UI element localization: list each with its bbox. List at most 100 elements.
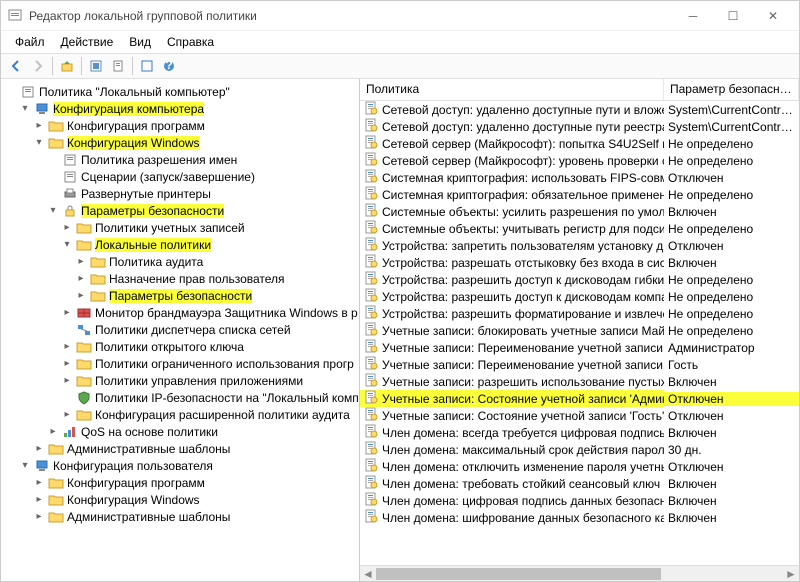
forward-button[interactable]	[27, 55, 49, 77]
expand-toggle[interactable]	[47, 188, 59, 200]
expand-toggle[interactable]: ▸	[75, 273, 87, 285]
tree-software-settings[interactable]: ▸ Конфигурация программ	[1, 117, 359, 134]
tree-account-policies[interactable]: ▸ Политики учетных записей	[1, 219, 359, 236]
expand-toggle[interactable]	[47, 171, 59, 183]
horizontal-scrollbar[interactable]: ◄ ►	[360, 565, 799, 581]
tree-audit-policy[interactable]: ▸ Политика аудита	[1, 253, 359, 270]
policy-row[interactable]: Сетевой доступ: удаленно доступные пути …	[360, 118, 799, 135]
up-button[interactable]	[56, 55, 78, 77]
scroll-left-button[interactable]: ◄	[360, 566, 376, 581]
tree-user-admin-templates[interactable]: ▸ Административные шаблоны	[1, 508, 359, 525]
expand-toggle[interactable]: ▸	[33, 511, 45, 523]
expand-toggle[interactable]: ▸	[75, 256, 87, 268]
policy-row[interactable]: Сетевой доступ: удаленно доступные пути …	[360, 101, 799, 118]
column-headers[interactable]: Политика Параметр безопасности	[360, 79, 799, 101]
policy-row[interactable]: Устройства: разрешить форматирование и и…	[360, 305, 799, 322]
export-button[interactable]	[85, 55, 107, 77]
expand-toggle[interactable]: ▾	[19, 103, 31, 115]
policy-row[interactable]: Системные объекты: усилить разрешения по…	[360, 203, 799, 220]
policy-row[interactable]: Учетные записи: Состояние учетной записи…	[360, 390, 799, 407]
tree-security-settings[interactable]: ▾ Параметры безопасности	[1, 202, 359, 219]
expand-toggle[interactable]: ▸	[61, 341, 73, 353]
policy-row[interactable]: Сетевой сервер (Майкрософт): попытка S4U…	[360, 135, 799, 152]
tree-windows-settings[interactable]: ▾ Конфигурация Windows	[1, 134, 359, 151]
expand-toggle[interactable]: ▾	[19, 460, 31, 472]
policy-row[interactable]: Член домена: шифрование данных безопасно…	[360, 509, 799, 526]
policy-row[interactable]: Учетные записи: Переименование учетной з…	[360, 339, 799, 356]
expand-toggle[interactable]	[47, 154, 59, 166]
tree-printers[interactable]: Развернутые принтеры	[1, 185, 359, 202]
policy-row[interactable]: Системные объекты: учитывать регистр для…	[360, 220, 799, 237]
refresh-button[interactable]	[136, 55, 158, 77]
column-policy[interactable]: Политика	[360, 79, 664, 100]
expand-toggle[interactable]: ▾	[33, 137, 45, 149]
expand-toggle[interactable]: ▸	[33, 477, 45, 489]
tree-qos[interactable]: ▸ QoS на основе политики	[1, 423, 359, 440]
expand-toggle[interactable]: ▸	[61, 375, 73, 387]
policy-row[interactable]: Устройства: запретить пользователям уста…	[360, 237, 799, 254]
policy-row[interactable]: Член домена: всегда требуется цифровая п…	[360, 424, 799, 441]
expand-toggle[interactable]: ▸	[33, 443, 45, 455]
tree-user-software[interactable]: ▸ Конфигурация программ	[1, 474, 359, 491]
titlebar[interactable]: Редактор локальной групповой политики ─ …	[1, 1, 799, 31]
tree-computer-config[interactable]: ▾ Конфигурация компьютера	[1, 100, 359, 117]
expand-toggle[interactable]	[61, 392, 73, 404]
tree-scripts[interactable]: Сценарии (запуск/завершение)	[1, 168, 359, 185]
back-button[interactable]	[5, 55, 27, 77]
menu-file[interactable]: Файл	[7, 33, 53, 51]
tree-user-config[interactable]: ▾ Конфигурация пользователя	[1, 457, 359, 474]
expand-toggle[interactable]: ▸	[33, 120, 45, 132]
expand-toggle[interactable]: ▾	[47, 205, 59, 217]
menu-help[interactable]: Справка	[159, 33, 222, 51]
tree-security-options[interactable]: ▸ Параметры безопасности	[1, 287, 359, 304]
menu-action[interactable]: Действие	[53, 33, 122, 51]
policy-row[interactable]: Учетные записи: Переименование учетной з…	[360, 356, 799, 373]
help-button[interactable]: ?	[158, 55, 180, 77]
tree-ipsec[interactable]: Политики IP-безопасности на "Локальный к…	[1, 389, 359, 406]
tree-advanced-audit[interactable]: ▸ Конфигурация расширенной политики ауди…	[1, 406, 359, 423]
policy-list[interactable]: Сетевой доступ: удаленно доступные пути …	[360, 101, 799, 565]
tree-app-control[interactable]: ▸ Политики управления приложениями	[1, 372, 359, 389]
policy-row[interactable]: Член домена: требовать стойкий сеансовый…	[360, 475, 799, 492]
tree-firewall[interactable]: ▸ Монитор брандмауэра Защитника Windows …	[1, 304, 359, 321]
policy-row[interactable]: Член домена: отключить изменение пароля …	[360, 458, 799, 475]
maximize-button[interactable]: ☐	[713, 2, 753, 30]
policy-row[interactable]: Член домена: максимальный срок действия …	[360, 441, 799, 458]
policy-row[interactable]: Устройства: разрешить доступ к дисковода…	[360, 288, 799, 305]
policy-row[interactable]: Член домена: цифровая подпись данных без…	[360, 492, 799, 509]
expand-toggle[interactable]: ▸	[47, 426, 59, 438]
tree-public-key[interactable]: ▸ Политики открытого ключа	[1, 338, 359, 355]
tree-local-policies[interactable]: ▾ Локальные политики	[1, 236, 359, 253]
minimize-button[interactable]: ─	[673, 2, 713, 30]
policy-row[interactable]: Системная криптография: использовать FIP…	[360, 169, 799, 186]
policy-row[interactable]: Учетные записи: разрешить использование …	[360, 373, 799, 390]
expand-toggle[interactable]: ▸	[61, 409, 73, 421]
expand-toggle[interactable]: ▾	[61, 239, 73, 251]
tree-software-restriction[interactable]: ▸ Политики ограниченного использования п…	[1, 355, 359, 372]
tree-name-resolution[interactable]: Политика разрешения имен	[1, 151, 359, 168]
tree-panel[interactable]: Политика "Локальный компьютер" ▾ Конфигу…	[1, 79, 360, 581]
expand-toggle[interactable]: ▸	[33, 494, 45, 506]
expand-toggle[interactable]: ▸	[61, 358, 73, 370]
menu-view[interactable]: Вид	[121, 33, 159, 51]
expand-toggle[interactable]: ▸	[61, 307, 73, 319]
column-setting[interactable]: Параметр безопасности	[664, 79, 799, 100]
expand-toggle[interactable]	[5, 86, 17, 98]
tree-network-list[interactable]: Политики диспетчера списка сетей	[1, 321, 359, 338]
policy-row[interactable]: Сетевой сервер (Майкрософт): уровень про…	[360, 152, 799, 169]
properties-button[interactable]	[107, 55, 129, 77]
tree-user-windows[interactable]: ▸ Конфигурация Windows	[1, 491, 359, 508]
expand-toggle[interactable]: ▸	[75, 290, 87, 302]
policy-row[interactable]: Устройства: разрешать отстыковку без вхо…	[360, 254, 799, 271]
expand-toggle[interactable]	[61, 324, 73, 336]
tree-root[interactable]: Политика "Локальный компьютер"	[1, 83, 359, 100]
tree-user-rights[interactable]: ▸ Назначение прав пользователя	[1, 270, 359, 287]
policy-row[interactable]: Учетные записи: блокировать учетные запи…	[360, 322, 799, 339]
tree-admin-templates[interactable]: ▸ Административные шаблоны	[1, 440, 359, 457]
close-button[interactable]: ✕	[753, 2, 793, 30]
scroll-right-button[interactable]: ►	[783, 566, 799, 581]
expand-toggle[interactable]: ▸	[61, 222, 73, 234]
policy-row[interactable]: Устройства: разрешить доступ к дисковода…	[360, 271, 799, 288]
policy-row[interactable]: Учетные записи: Состояние учетной записи…	[360, 407, 799, 424]
policy-row[interactable]: Системная криптография: обязательное при…	[360, 186, 799, 203]
